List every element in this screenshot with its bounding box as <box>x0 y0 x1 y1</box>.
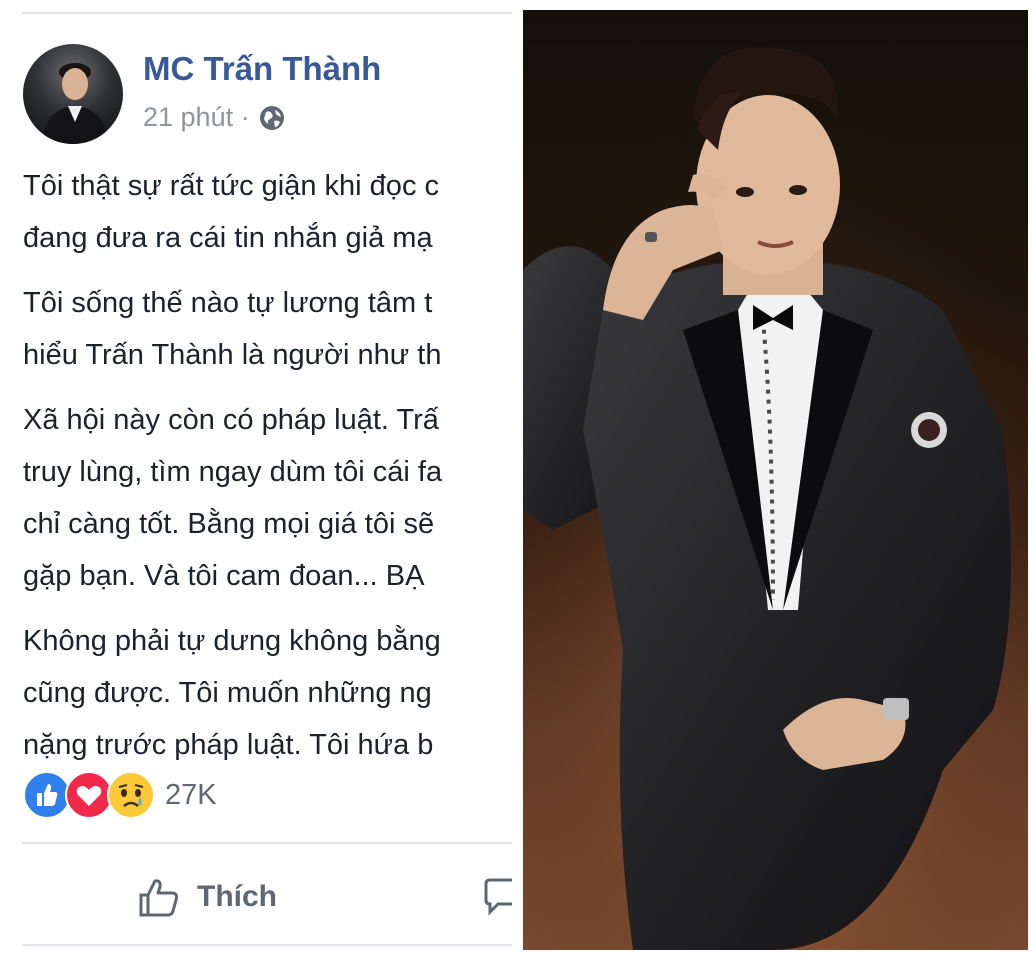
sad-icon[interactable] <box>107 771 155 819</box>
paragraph-4: Không phải tự dưng không bằng cũng được.… <box>23 615 512 771</box>
avatar[interactable] <box>23 44 123 144</box>
text-line: chỉ càng tốt. Bằng mọi giá tôi sẽ <box>23 508 435 540</box>
post-time[interactable]: 21 phút · <box>143 102 250 133</box>
text-line: cũng được. Tôi muốn những ng <box>23 677 432 709</box>
text-line: Tôi sống thế nào tự lương tâm t <box>23 287 433 319</box>
like-icon[interactable] <box>23 771 71 819</box>
post-body: Tôi thật sự rất tức giận khi đọc c đang … <box>23 160 512 784</box>
post-meta: 21 phút · <box>143 102 286 133</box>
text-line: Tôi thật sự rất tức giận khi đọc c <box>23 170 439 202</box>
comment-icon[interactable] <box>482 876 512 916</box>
author-name[interactable]: MC Trấn Thành <box>143 50 381 88</box>
paragraph-1: Tôi thật sự rất tức giận khi đọc c đang … <box>23 160 512 264</box>
text-line: gặp bạn. Và tôi cam đoan... BẠ <box>23 560 425 592</box>
post-actions: Thích <box>0 862 512 932</box>
like-button[interactable]: Thích <box>135 870 277 924</box>
reaction-count[interactable]: 27K <box>165 779 217 812</box>
facebook-post: MC Trấn Thành 21 phút · Tôi thật sự rất … <box>0 0 512 962</box>
text-line: nặng trước pháp luật. Tôi hứa b <box>23 729 434 761</box>
divider-bottom <box>22 944 512 946</box>
love-icon[interactable] <box>65 771 113 819</box>
reactions-bar[interactable]: 27K <box>23 771 217 819</box>
divider-top <box>22 12 512 14</box>
text-line: Xã hội này còn có pháp luật. Trấ <box>23 404 439 436</box>
portrait-photo <box>523 10 1028 950</box>
like-label: Thích <box>197 880 277 913</box>
text-line: Không phải tự dưng không bằng <box>23 625 441 657</box>
globe-icon <box>259 105 284 130</box>
paragraph-2: Tôi sống thế nào tự lương tâm t hiểu Trấ… <box>23 277 512 381</box>
divider-actions <box>22 842 512 844</box>
paragraph-3: Xã hội này còn có pháp luật. Trấ truy lù… <box>23 394 512 602</box>
text-line: hiểu Trấn Thành là người như th <box>23 339 442 371</box>
text-line: đang đưa ra cái tin nhắn giả mạ <box>23 222 433 254</box>
text-line: truy lùng, tìm ngay dùm tôi cái fa <box>23 456 443 488</box>
thumbs-up-icon <box>139 879 179 917</box>
